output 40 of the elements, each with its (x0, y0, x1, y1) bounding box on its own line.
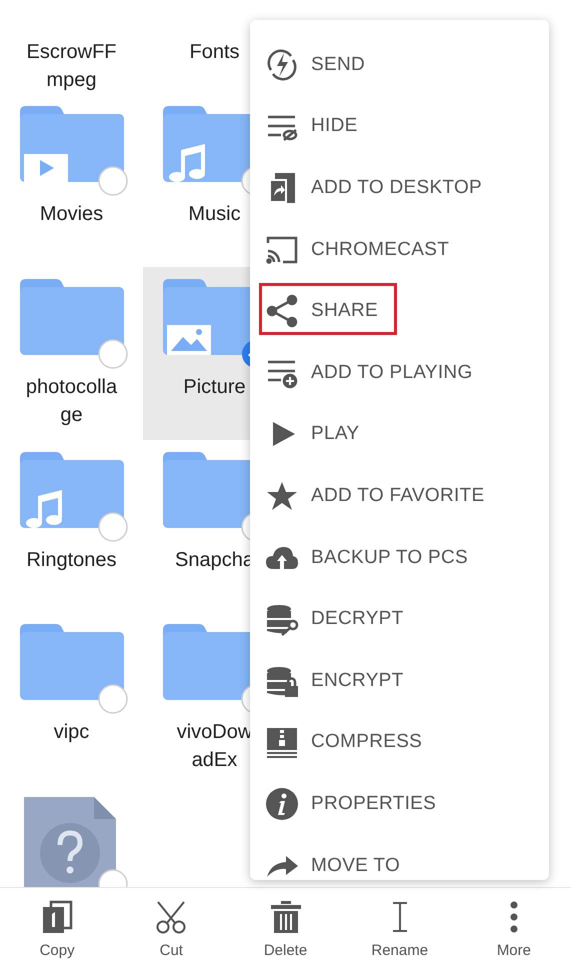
file-name: Music (188, 202, 241, 227)
menu-item[interactable]: SHARE (250, 280, 549, 342)
menu-item[interactable]: COMPRESS (250, 712, 549, 774)
copy-icon (40, 900, 74, 934)
folder-icon[interactable] (20, 278, 124, 355)
archive-icon (265, 725, 299, 760)
scissors-icon (154, 900, 188, 934)
selection-circle-icon[interactable] (98, 166, 128, 196)
share-icon (265, 294, 299, 328)
file-name: Fonts (189, 40, 240, 65)
menu-item[interactable]: HIDE (250, 96, 549, 158)
menu-item[interactable]: SEND (250, 34, 549, 96)
folder-icon[interactable] (20, 624, 124, 700)
menu-item[interactable]: MOVE TO (250, 834, 549, 880)
file-name: Picture (183, 374, 246, 400)
menu-item[interactable]: ADD TO PLAYING (250, 342, 549, 404)
menu-item[interactable]: BACKUP TO PCS (250, 526, 549, 588)
file-name: vivoDow adEx (176, 720, 252, 774)
more-icon (510, 900, 518, 934)
selection-circle-icon[interactable] (98, 512, 128, 542)
file-name: photocolla ge (26, 374, 118, 428)
selection-circle-icon[interactable] (98, 338, 128, 369)
lightning-icon (265, 48, 299, 82)
file-name: EscrowFF mpeg (26, 40, 116, 93)
folder-icon[interactable] (20, 452, 124, 528)
menu-item[interactable]: ENCRYPT (250, 650, 549, 712)
info-icon (265, 786, 299, 821)
menu-item[interactable]: ADD TO FAVORITE (250, 465, 549, 527)
file-name: Ringtones (26, 548, 117, 572)
menu-item[interactable]: DECRYPT (250, 588, 549, 650)
file-name: vipc (54, 720, 90, 746)
menu-item[interactable]: ADD TO DESKTOP (250, 157, 549, 219)
menu-item[interactable]: CHROMECAST (250, 218, 549, 280)
folder-icon[interactable] (20, 106, 124, 182)
database-key-icon (265, 602, 299, 636)
trash-icon (268, 900, 302, 934)
file-name: Movies (40, 202, 104, 227)
menu-item[interactable]: PROPERTIES (250, 773, 549, 835)
selection-circle-icon[interactable] (98, 684, 128, 714)
menu-item[interactable]: PLAY (250, 404, 549, 466)
